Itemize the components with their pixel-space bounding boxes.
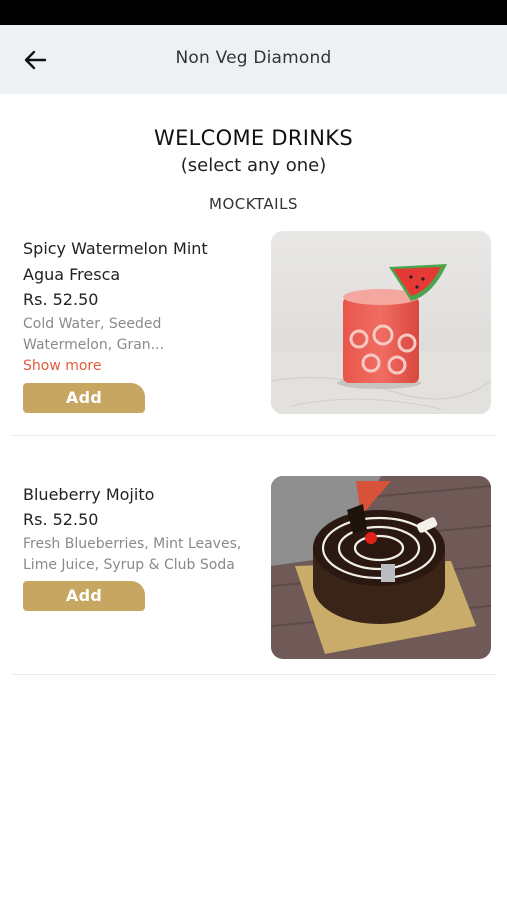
add-button[interactable]: Add — [23, 581, 145, 611]
add-button[interactable]: Add — [23, 383, 145, 413]
item-description: Fresh Blueberries, Mint Leaves, Lime Jui… — [23, 536, 242, 573]
watermelon-drink-image[interactable] — [271, 231, 491, 414]
item-name: Blueberry Mojito — [23, 485, 155, 504]
item-price: Rs. 52.50 — [23, 510, 99, 529]
page-title: Non Veg Diamond — [175, 48, 332, 68]
chocolate-cake-image[interactable] — [271, 476, 491, 659]
divider — [11, 674, 497, 675]
section-subtitle: (select any one) — [180, 155, 327, 176]
category-label: MOCKTAILS — [209, 195, 298, 213]
status-bar — [0, 0, 507, 25]
item-price: Rs. 52.50 — [23, 290, 99, 309]
item-name: Spicy Watermelon Mint Agua Fresca — [23, 239, 208, 284]
item-description: Cold Water, Seeded Watermelon, Gran... — [23, 316, 165, 353]
divider — [11, 435, 497, 436]
app-bar: Non Veg Diamond — [0, 25, 507, 94]
section-title: WELCOME DRINKS — [154, 126, 353, 150]
show-more-link[interactable]: Show more — [23, 358, 102, 374]
